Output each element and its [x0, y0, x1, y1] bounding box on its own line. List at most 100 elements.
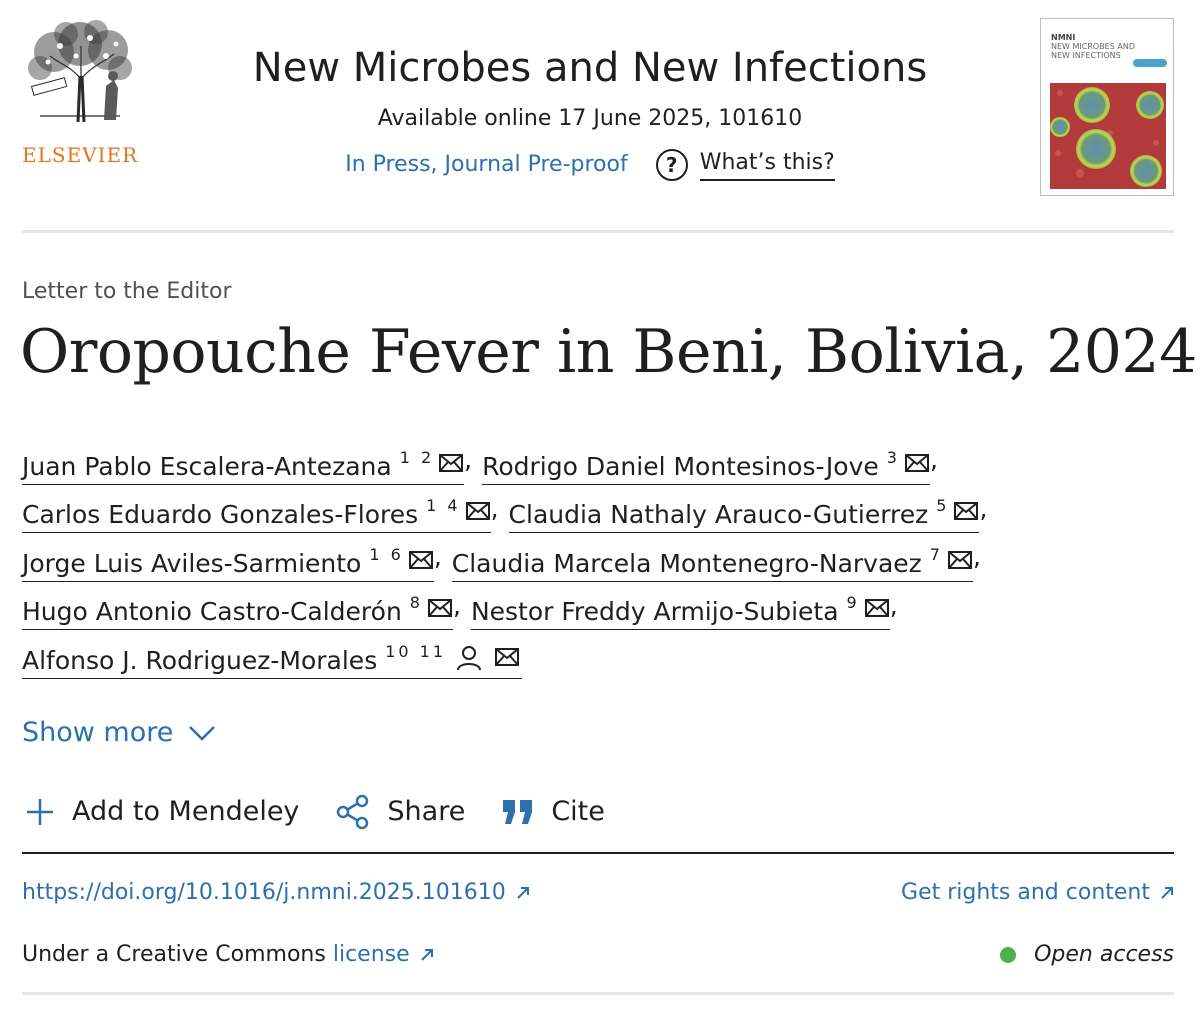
chevron-down-icon: [189, 726, 216, 741]
external-link-icon: [1161, 887, 1173, 899]
availability-text: Available online 17 June 2025, 101610: [377, 106, 803, 131]
license-prefix: Under a Creative Commons: [22, 942, 326, 967]
press-status-link[interactable]: In Press, Journal Pre-proof: [345, 150, 628, 180]
author-name: Alfonso J. Rodriguez-Morales: [22, 645, 378, 675]
open-access-badge: Open access: [1000, 940, 1174, 970]
header-divider: [22, 230, 1174, 233]
rights-text: Get rights and content: [901, 880, 1150, 905]
separator: ,: [979, 493, 988, 523]
article-actions: Add to Mendeley Share Cite: [24, 792, 641, 832]
cover-label-line: NEW INFECTIONS: [1051, 51, 1121, 60]
plus-icon: [27, 799, 53, 825]
author-link[interactable]: Rodrigo Daniel Montesinos-Jove 3: [482, 448, 930, 485]
doi-link[interactable]: https://doi.org/10.1016/j.nmni.2025.1016…: [22, 878, 530, 908]
license-row: Under a Creative Commons license Open ac…: [22, 940, 1174, 970]
mail-icon: [495, 647, 520, 666]
journal-header: ELSEVIER New Microbes and New Infections…: [0, 0, 1200, 232]
author-line: Carlos Eduardo Gonzales-Flores 1 4 , Cla…: [22, 485, 1172, 533]
author-name: Rodrigo Daniel Montesinos-Jove: [482, 451, 879, 481]
share-label: Share: [387, 796, 466, 827]
author-link[interactable]: Jorge Luis Aviles-Sarmiento 1 6: [22, 545, 434, 582]
journal-title[interactable]: New Microbes and New Infections: [253, 40, 927, 96]
whats-this-label: What’s this?: [699, 148, 835, 181]
affiliation-marker: 1 2: [399, 447, 435, 467]
cover-label-line: NMNI: [1051, 33, 1076, 42]
mail-icon: [947, 550, 972, 569]
affiliation-marker: 9: [846, 593, 860, 612]
elsevier-logo[interactable]: ELSEVIER: [18, 16, 142, 165]
cover-badge: [1133, 59, 1167, 67]
article-type: Letter to the Editor: [22, 279, 232, 304]
cover-label: NMNI NEW MICROBES AND NEW INFECTIONS: [1051, 33, 1135, 60]
author-link[interactable]: Hugo Antonio Castro-Calderón 8: [22, 593, 453, 630]
actions-divider: [22, 852, 1174, 854]
whats-this-button[interactable]: ? What’s this?: [655, 148, 835, 181]
open-access-label: Open access: [1034, 942, 1174, 967]
affiliation-marker: 5: [936, 496, 950, 515]
cite-button[interactable]: Cite: [501, 792, 605, 832]
separator: ,: [464, 445, 473, 474]
author-line: Hugo Antonio Castro-Calderón 8 , Nestor …: [22, 582, 1172, 630]
author-link[interactable]: Carlos Eduardo Gonzales-Flores 1 4: [22, 496, 491, 533]
mail-icon: [408, 550, 433, 569]
author-list: Juan Pablo Escalera-Antezana 1 2 , Rodri…: [22, 436, 1172, 679]
author-name: Hugo Antonio Castro-Calderón: [22, 597, 402, 626]
separator: ,: [972, 542, 981, 571]
external-link-icon: [420, 949, 433, 961]
license-link[interactable]: license: [333, 940, 434, 970]
license-statement: Under a Creative Commons license: [22, 940, 434, 970]
author-line: Juan Pablo Escalera-Antezana 1 2 , Rodri…: [22, 436, 1172, 485]
author-line: Jorge Luis Aviles-Sarmiento 1 6 , Claudi…: [22, 533, 1172, 582]
mail-icon: [864, 599, 889, 617]
cover-header: NMNI NEW MICROBES AND NEW INFECTIONS: [1041, 19, 1173, 79]
author-name: Nestor Freddy Armijo-Subieta: [470, 597, 839, 626]
license-link-text: license: [332, 942, 410, 967]
author-link[interactable]: Claudia Marcela Montenegro-Narvaez 7: [451, 545, 973, 582]
affiliation-marker: 3: [886, 447, 900, 467]
share-button[interactable]: Share: [335, 792, 465, 832]
microbe-cover-art: [1050, 83, 1166, 189]
affiliation-marker: 1 6: [369, 544, 404, 564]
author-name: Carlos Eduardo Gonzales-Flores: [22, 500, 419, 529]
show-more-button[interactable]: Show more: [22, 715, 217, 751]
cover-label-line: NEW MICROBES AND: [1051, 42, 1135, 51]
mail-icon: [427, 599, 452, 617]
separator: ,: [490, 493, 499, 523]
author-link[interactable]: Juan Pablo Escalera-Antezana 1 2: [22, 448, 465, 485]
external-link-icon: [517, 887, 529, 899]
author-name: Juan Pablo Escalera-Antezana: [22, 451, 392, 481]
mail-icon: [954, 502, 979, 520]
person-icon: [457, 645, 482, 670]
share-icon: [337, 794, 369, 830]
add-to-mendeley-button[interactable]: Add to Mendeley: [24, 792, 299, 832]
separator: ,: [452, 590, 461, 620]
author-link[interactable]: Claudia Nathaly Arauco-Gutierrez 5: [508, 496, 980, 533]
author-link[interactable]: Nestor Freddy Armijo-Subieta 9: [470, 593, 890, 630]
separator: ,: [433, 542, 442, 571]
author-name: Jorge Luis Aviles-Sarmiento: [22, 548, 362, 578]
mail-icon: [904, 453, 929, 472]
rights-link[interactable]: Get rights and content: [901, 878, 1174, 908]
article-title: Oropouche Fever in Beni, Bolivia, 2024: [20, 317, 1197, 387]
affiliation-marker: 1 4: [426, 496, 461, 515]
elsevier-wordmark: ELSEVIER: [22, 143, 139, 167]
elsevier-tree-icon: [28, 20, 132, 123]
quote-icon: [503, 800, 533, 824]
question-icon: ?: [655, 148, 688, 181]
affiliation-marker: 8: [409, 593, 423, 612]
journal-cover-image[interactable]: NMNI NEW MICROBES AND NEW INFECTIONS: [1040, 18, 1174, 196]
mail-icon: [439, 453, 464, 472]
author-link[interactable]: Alfonso J. Rodriguez-Morales 10 11: [22, 642, 523, 679]
journal-info: New Microbes and New Infections Availabl…: [180, 40, 1000, 181]
affiliation-marker: 7: [929, 544, 943, 564]
separator: ,: [889, 590, 898, 620]
separator: ,: [929, 445, 938, 474]
show-more-label: Show more: [22, 717, 174, 748]
mail-icon: [465, 502, 490, 520]
cite-label: Cite: [551, 796, 605, 827]
bottom-divider: [22, 992, 1174, 995]
author-line: Alfonso J. Rodriguez-Morales 10 11: [22, 630, 1172, 679]
open-access-dot-icon: [1000, 947, 1017, 963]
press-status-row: In Press, Journal Pre-proof ? What’s thi…: [180, 148, 1000, 181]
affiliation-marker: 10 11: [385, 641, 447, 661]
